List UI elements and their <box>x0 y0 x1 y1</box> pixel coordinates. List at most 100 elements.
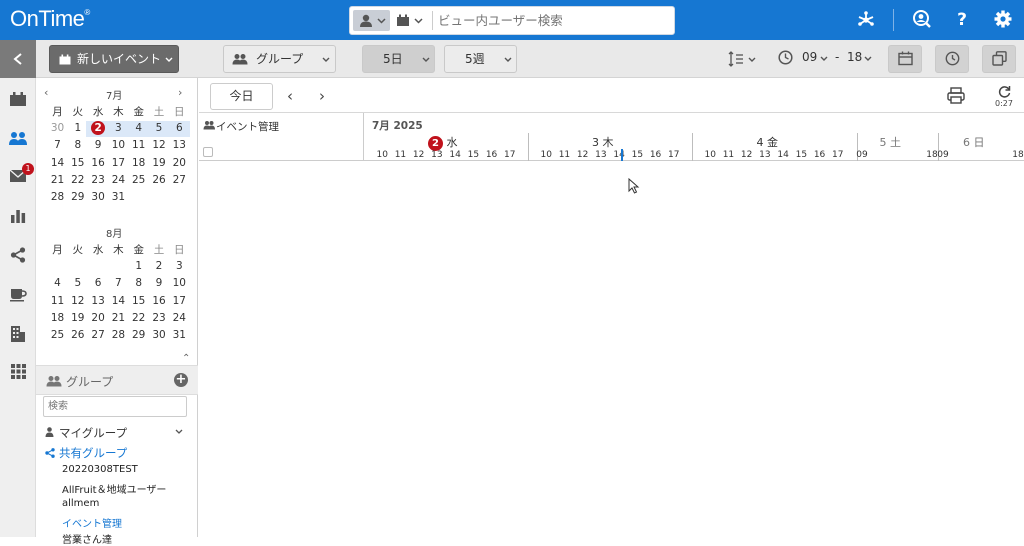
calendar-day[interactable]: 25 <box>48 329 67 341</box>
new-event-button[interactable]: 新しいイベント <box>49 45 179 73</box>
calendar-day[interactable]: 20 <box>89 312 108 324</box>
day-header[interactable]: 4 金 <box>757 134 797 150</box>
calendar-day[interactable]: 18 <box>48 312 67 324</box>
calendar-day[interactable]: 10 <box>109 139 128 151</box>
calendar-day[interactable]: 16 <box>150 295 169 307</box>
calendar-day[interactable]: 3 <box>109 122 128 134</box>
calendar-day[interactable]: 15 <box>129 295 148 307</box>
next-period-button[interactable]: › <box>319 87 333 105</box>
refresh-button[interactable]: 0:27 <box>995 85 1015 113</box>
calendar-day[interactable]: 24 <box>109 174 128 186</box>
calendar-day[interactable]: 20 <box>170 157 189 169</box>
calendar-day[interactable]: 22 <box>129 312 148 324</box>
calendar-day[interactable]: 30 <box>48 122 67 134</box>
prev-period-button[interactable]: ‹ <box>287 87 301 105</box>
calendar-day[interactable]: 5 <box>68 277 87 289</box>
nav-share[interactable] <box>8 247 28 267</box>
gear-icon[interactable] <box>992 9 1014 31</box>
calendar-day[interactable]: 27 <box>89 329 108 341</box>
calendar-day[interactable]: 7 <box>109 277 128 289</box>
my-group-toggle[interactable]: マイグループ <box>45 425 190 441</box>
collapse-sidebar-button[interactable] <box>0 40 36 78</box>
nav-groups[interactable] <box>8 130 28 150</box>
calendar-day[interactable]: 23 <box>150 312 169 324</box>
group-item[interactable]: allmem <box>62 498 99 509</box>
history-button[interactable] <box>935 45 969 73</box>
calendar-day[interactable]: 17 <box>170 295 189 307</box>
calendar-day[interactable]: 26 <box>150 174 169 186</box>
calendar-day[interactable]: 4 <box>48 277 67 289</box>
calendar-day[interactable]: 4 <box>129 122 148 134</box>
prev-month-button[interactable]: ‹ <box>44 86 54 99</box>
calendar-day[interactable]: 10 <box>170 277 189 289</box>
calendar-day[interactable]: 13 <box>89 295 108 307</box>
calendar-day[interactable]: 9 <box>150 277 169 289</box>
person-filter-button[interactable] <box>353 10 390 31</box>
calendar-day[interactable]: 15 <box>68 157 87 169</box>
add-group-button[interactable]: + <box>174 373 188 387</box>
calendar-day[interactable]: 28 <box>109 329 128 341</box>
network-icon[interactable] <box>855 9 877 31</box>
calendar-day[interactable]: 1 <box>129 260 148 272</box>
calendar-filter-button[interactable] <box>394 10 430 31</box>
group-item-selected[interactable]: イベント管理 <box>62 515 122 530</box>
user-search-icon[interactable] <box>910 9 932 31</box>
calendar-day[interactable]: 21 <box>109 312 128 324</box>
day-header[interactable]: 5 土 <box>880 134 920 150</box>
calendar-day[interactable]: 17 <box>109 157 128 169</box>
calendar-day[interactable]: 12 <box>68 295 87 307</box>
calendar-day[interactable]: 27 <box>170 174 189 186</box>
calendar-day[interactable]: 6 <box>89 277 108 289</box>
calendar-day[interactable]: 28 <box>48 191 67 203</box>
nav-messages[interactable]: 1 <box>8 163 34 189</box>
calendar-day[interactable]: 31 <box>109 191 128 203</box>
calendar-day[interactable]: 11 <box>48 295 67 307</box>
calendar-day[interactable]: 22 <box>68 174 87 186</box>
calendar-day[interactable]: 8 <box>129 277 148 289</box>
calendar-today[interactable]: 2 <box>89 121 108 135</box>
calendar-day[interactable]: 7 <box>48 139 67 151</box>
calendar-day[interactable]: 31 <box>170 329 189 341</box>
nav-reports[interactable] <box>8 208 28 228</box>
nav-calendar[interactable] <box>8 91 28 111</box>
calendar-day[interactable]: 30 <box>150 329 169 341</box>
calendar-day[interactable]: 12 <box>150 139 169 151</box>
collapse-calendar-button[interactable]: ⌃ <box>182 353 190 364</box>
group-item[interactable]: AllFruit＆地域ユーザー <box>62 481 166 496</box>
hour-from-dropdown[interactable]: 09 <box>802 50 832 68</box>
nav-organization[interactable] <box>8 325 28 345</box>
today-button[interactable]: 今日 <box>210 83 273 110</box>
calendar-day[interactable]: 14 <box>48 157 67 169</box>
calendar-day[interactable]: 3 <box>170 260 189 272</box>
calendar-day[interactable]: 25 <box>129 174 148 186</box>
group-dropdown[interactable]: グループ <box>223 45 336 73</box>
shared-group-toggle[interactable]: 共有グループ <box>45 445 190 461</box>
calendar-day[interactable]: 24 <box>170 312 189 324</box>
ontime-logo[interactable]: OnTime® <box>10 6 90 32</box>
day-header[interactable]: 6 日 <box>963 134 1003 150</box>
hour-to-dropdown[interactable]: 18 <box>847 50 877 68</box>
calendar-day[interactable]: 11 <box>129 139 148 151</box>
group-item[interactable]: 20220308TEST <box>62 464 138 475</box>
calendar-day[interactable]: 29 <box>68 191 87 203</box>
nav-coffee[interactable] <box>8 286 28 306</box>
calendar-day[interactable]: 14 <box>109 295 128 307</box>
calendar-view-button[interactable] <box>888 45 922 73</box>
calendar-day[interactable]: 5 <box>150 122 169 134</box>
day-header[interactable]: 2 水 <box>428 134 468 151</box>
calendar-day[interactable]: 2 <box>150 260 169 272</box>
help-icon[interactable]: ? <box>951 9 973 31</box>
copy-view-button[interactable] <box>982 45 1016 73</box>
calendar-day[interactable]: 18 <box>129 157 148 169</box>
next-month-button[interactable]: › <box>178 86 188 99</box>
group-item[interactable]: 営業さん達 <box>62 531 112 546</box>
calendar-day[interactable]: 29 <box>129 329 148 341</box>
search-input[interactable] <box>438 9 668 32</box>
calendar-day[interactable]: 16 <box>89 157 108 169</box>
calendar-day[interactable]: 9 <box>89 139 108 151</box>
days-dropdown[interactable]: 5日 <box>362 45 435 73</box>
calendar-day[interactable]: 13 <box>170 139 189 151</box>
calendar-day[interactable]: 19 <box>150 157 169 169</box>
calendar-day[interactable]: 21 <box>48 174 67 186</box>
calendar-day[interactable]: 6 <box>170 122 189 134</box>
